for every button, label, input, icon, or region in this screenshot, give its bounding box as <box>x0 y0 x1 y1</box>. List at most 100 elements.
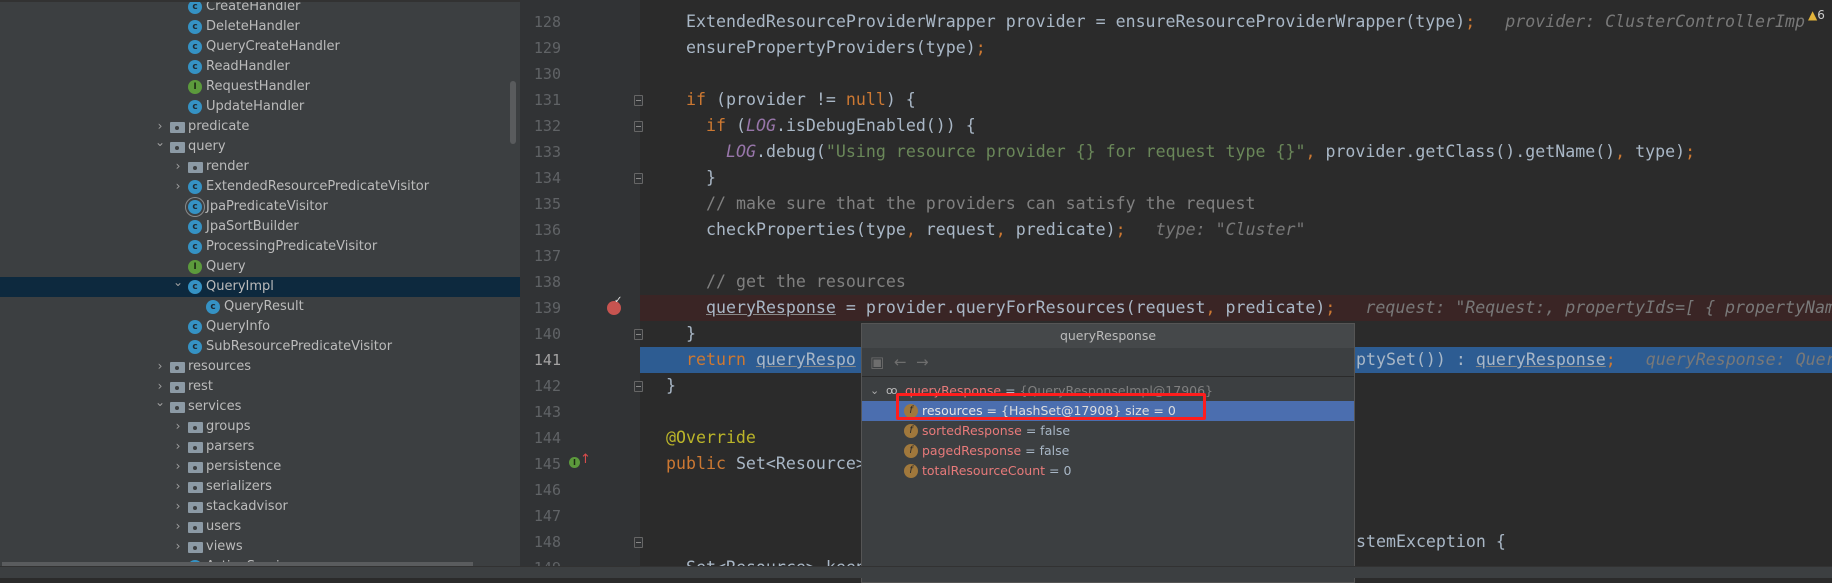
chevron-right-icon[interactable]: › <box>172 439 184 453</box>
abstract-icon: c <box>188 200 202 214</box>
tree-item-label: QueryCreateHandler <box>206 39 340 54</box>
tree-item-stackadvisor[interactable]: › stackadvisor <box>0 497 520 517</box>
tree-item-label: DeleteHandler <box>206 19 300 34</box>
code-token: checkProperties(type <box>706 220 906 239</box>
code-line: LOG.debug("Using resource provider {} fo… <box>640 139 1832 165</box>
warning-count: 6 <box>1817 8 1825 22</box>
line-number: 130 <box>533 65 561 83</box>
code-token: ; <box>1325 298 1336 317</box>
variable-inspect-popup[interactable]: queryResponse ▣ ← → ⌄ oo queryResponse =… <box>861 323 1355 583</box>
chevron-right-icon[interactable]: › <box>172 159 184 173</box>
chevron-right-icon[interactable]: › <box>172 519 184 533</box>
code-token: = provider.queryForResources(request <box>835 298 1206 317</box>
class-icon: c <box>188 180 202 194</box>
tree-item-requesthandler[interactable]: I RequestHandler <box>0 77 520 97</box>
tree-item-label: QueryInfo <box>206 319 271 334</box>
tree-item-label: stackadvisor <box>206 499 288 514</box>
tree-item-persistence[interactable]: › persistence <box>0 457 520 477</box>
code-token: predicate) <box>1015 220 1116 239</box>
back-arrow-icon[interactable]: ← <box>894 353 907 371</box>
tree-item-updatehandler[interactable]: c UpdateHandler <box>0 97 520 117</box>
tree-item-deletehandler[interactable]: c DeleteHandler <box>0 17 520 37</box>
tree-item-jpapredicatevisitor[interactable]: c JpaPredicateVisitor <box>0 197 520 217</box>
code-token: queryResponse <box>1475 350 1606 369</box>
line-number: 137 <box>533 247 561 265</box>
chevron-right-icon[interactable]: › <box>154 379 166 393</box>
inline-debug-value: queryResponse: Quer <box>1645 350 1832 369</box>
tree-item-services[interactable]: ⌄ services <box>0 395 520 417</box>
tree-item-query[interactable]: ⌄ query <box>0 135 520 157</box>
chevron-down-icon[interactable]: ⌄ <box>154 395 166 409</box>
interface-icon: I <box>188 260 202 274</box>
tree-item-extendedresourcepredicatevisitor[interactable]: › c ExtendedResourcePredicateVisitor <box>0 177 520 197</box>
code-token: .isDebugEnabled()) { <box>775 116 976 135</box>
chevron-down-icon[interactable]: ⌄ <box>172 275 184 289</box>
tree-item-query[interactable]: I Query <box>0 257 520 277</box>
field-row-pagedResponse[interactable]: f pagedResponse = false <box>862 441 1354 461</box>
tree-item-processingpredicatevisitor[interactable]: c ProcessingPredicateVisitor <box>0 237 520 257</box>
field-row-totalResourceCount[interactable]: f totalResourceCount = 0 <box>862 461 1354 481</box>
tree-item-label: CreateHandler <box>206 0 301 14</box>
chevron-right-icon[interactable]: › <box>172 539 184 553</box>
line-number: 145 <box>533 455 561 473</box>
implements-method-icon[interactable]: I <box>569 457 580 468</box>
tree-item-views[interactable]: › views <box>0 537 520 557</box>
chevron-right-icon[interactable]: › <box>172 419 184 433</box>
class-icon: c <box>188 2 202 14</box>
code-line: ExtendedResourceProviderWrapper provider… <box>640 9 1832 35</box>
code-token: } <box>706 168 716 187</box>
code-text: } <box>706 165 716 191</box>
field-row-sortedResponse[interactable]: f sortedResponse = false <box>862 421 1354 441</box>
popup-title[interactable]: queryResponse <box>862 324 1354 348</box>
code-token: ; <box>975 38 986 57</box>
code-line: checkProperties(type, request, predicate… <box>640 217 1832 243</box>
tree-item-rest[interactable]: › rest <box>0 377 520 397</box>
chevron-right-icon[interactable]: › <box>172 179 184 193</box>
equals-sign: = <box>1021 443 1040 458</box>
chevron-right-icon[interactable]: › <box>172 499 184 513</box>
code-token: "Using resource provider {} for request … <box>825 142 1306 161</box>
project-tree-vertical-scrollbar[interactable] <box>510 81 516 144</box>
tree-item-queryimpl[interactable]: ⌄ c QueryImpl <box>0 275 520 297</box>
field-value: 0 <box>1063 463 1072 478</box>
tree-item-subresourcepredicatevisitor[interactable]: c SubResourcePredicateVisitor <box>0 337 520 357</box>
chevron-right-icon[interactable]: › <box>172 459 184 473</box>
tree-item-parsers[interactable]: › parsers <box>0 437 520 457</box>
code-text: // make sure that the providers can sati… <box>706 191 1255 217</box>
code-token: stemException { <box>1356 532 1506 551</box>
field-value: false <box>1039 443 1070 458</box>
code-token: predicate) <box>1225 298 1326 317</box>
warning-indicator[interactable]: ▲6 <box>1806 8 1825 22</box>
tree-item-queryresult[interactable]: c QueryResult <box>0 297 520 317</box>
tree-item-label: JpaSortBuilder <box>206 219 299 234</box>
tree-item-queryinfo[interactable]: c QueryInfo <box>0 317 520 337</box>
class-icon: c <box>206 300 220 314</box>
tree-item-createhandler[interactable]: c CreateHandler <box>0 0 520 17</box>
tree-item-querycreatehandler[interactable]: c QueryCreateHandler <box>0 37 520 57</box>
show-in-tree-icon[interactable]: ▣ <box>870 353 884 371</box>
tree-item-predicate[interactable]: › predicate <box>0 117 520 137</box>
tree-item-serializers[interactable]: › serializers <box>0 477 520 497</box>
chevron-down-icon[interactable]: ⌄ <box>870 381 879 401</box>
tree-item-label: views <box>206 539 243 554</box>
chevron-right-icon[interactable]: › <box>154 119 166 133</box>
tree-item-label: ReadHandler <box>206 59 290 74</box>
code-text: } <box>666 373 676 399</box>
tree-item-resources[interactable]: › resources <box>0 357 520 377</box>
chevron-right-icon[interactable]: › <box>172 479 184 493</box>
forward-arrow-icon[interactable]: → <box>916 353 929 371</box>
tree-item-groups[interactable]: › groups <box>0 417 520 437</box>
tree-item-readhandler[interactable]: c ReadHandler <box>0 57 520 77</box>
code-token: // get the resources <box>706 272 906 291</box>
tree-item-render[interactable]: › render <box>0 157 520 177</box>
chevron-down-icon[interactable]: ⌄ <box>154 135 166 149</box>
watch-glasses-icon: oo <box>886 384 898 397</box>
tree-item-label: ProcessingPredicateVisitor <box>206 239 378 254</box>
code-text: // get the resources <box>706 269 906 295</box>
tree-item-users[interactable]: › users <box>0 517 520 537</box>
field-icon: f <box>904 444 918 458</box>
chevron-right-icon[interactable]: › <box>154 359 166 373</box>
field-name: sortedResponse <box>922 423 1022 438</box>
tree-item-jpasortbuilder[interactable]: c JpaSortBuilder <box>0 217 520 237</box>
overrides-arrow-icon: ↑ <box>580 452 591 467</box>
